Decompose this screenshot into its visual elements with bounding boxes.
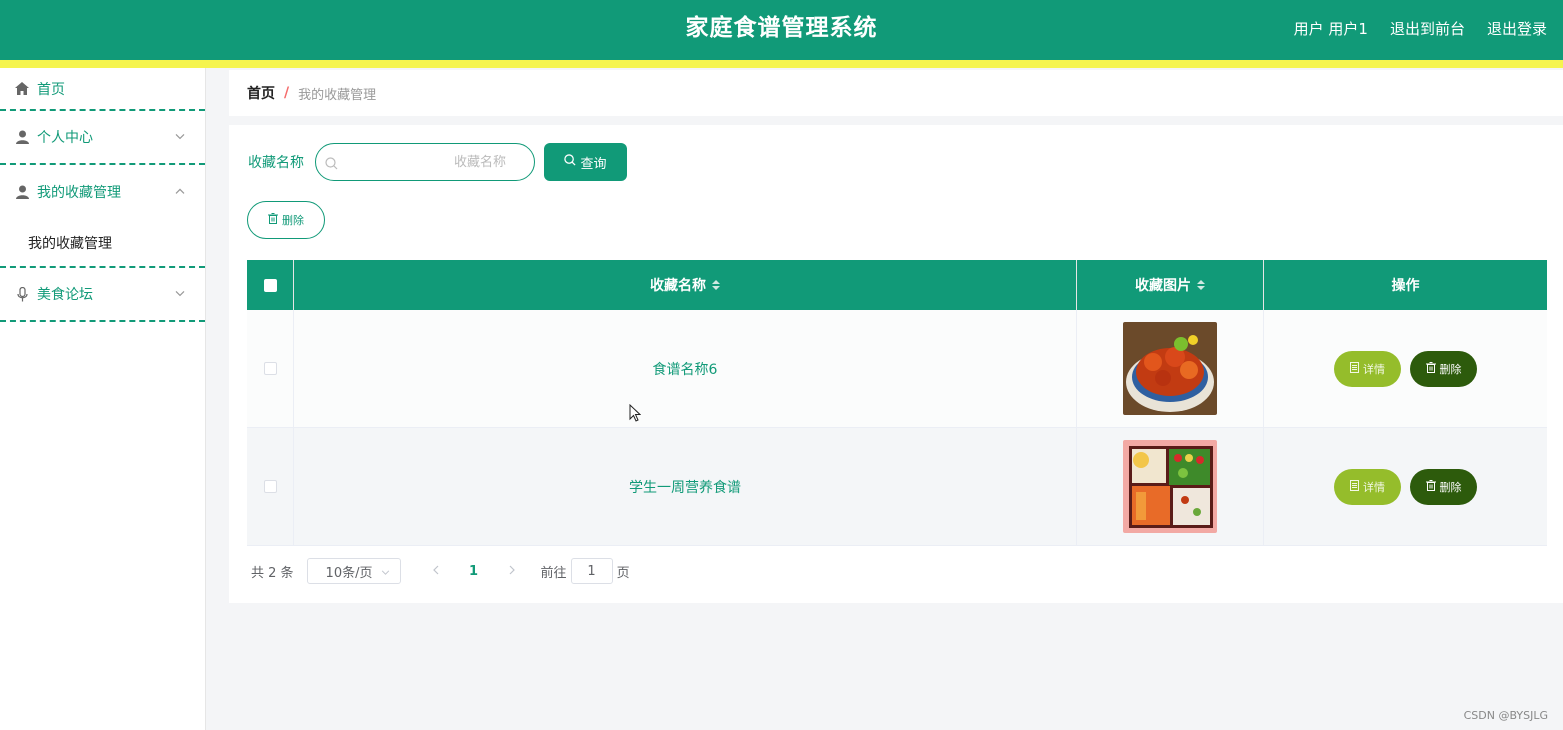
sidebar-item-label: 我的收藏管理 bbox=[37, 185, 121, 201]
search-row: 收藏名称 查询 bbox=[248, 143, 627, 181]
table-header: 收藏名称 收藏图片 操作 bbox=[247, 260, 1547, 310]
prev-page-button[interactable] bbox=[421, 564, 451, 579]
table-row: 学生一周营养食谱 详情 删除 bbox=[247, 428, 1547, 546]
row-checkbox[interactable] bbox=[263, 362, 277, 375]
sidebar-group-favorites: 我的收藏管理 我的收藏管理 bbox=[0, 165, 205, 268]
favorites-table: 收藏名称 收藏图片 操作 食谱名称6 详情 删除 学生一周营养食谱 详情 删除 bbox=[247, 260, 1547, 546]
header-stripe bbox=[0, 60, 1563, 68]
sidebar-item-label: 美食论坛 bbox=[37, 287, 93, 303]
chevron-down-icon bbox=[175, 284, 185, 300]
image-cell bbox=[1077, 428, 1264, 545]
total-count: 共 2 条 bbox=[251, 565, 294, 581]
delete-button[interactable]: 删除 bbox=[1410, 468, 1477, 505]
next-page-button[interactable] bbox=[497, 564, 527, 579]
home-icon bbox=[14, 81, 30, 97]
column-header-actions: 操作 bbox=[1391, 278, 1420, 294]
goto-page-input[interactable]: 1 bbox=[570, 558, 613, 584]
query-button[interactable]: 查询 bbox=[544, 143, 627, 181]
exit-to-front-link[interactable]: 退出到前台 bbox=[1390, 18, 1465, 39]
name-cell: 学生一周营养食谱 bbox=[294, 428, 1077, 545]
sidebar: 首页 个人中心 我的收藏管理 我的收藏管理 美食论坛 bbox=[0, 68, 206, 730]
document-icon bbox=[1350, 361, 1359, 376]
page-number[interactable]: 1 bbox=[459, 564, 489, 579]
name-cell: 食谱名称6 bbox=[294, 310, 1077, 427]
actions-cell: 详情 删除 bbox=[1264, 310, 1547, 427]
trash-icon bbox=[268, 213, 278, 227]
trash-icon bbox=[1425, 361, 1436, 376]
user-icon bbox=[14, 184, 30, 200]
actions-cell: 详情 删除 bbox=[1264, 428, 1547, 545]
table-row: 食谱名称6 详情 删除 bbox=[247, 310, 1547, 428]
chevron-down-icon bbox=[381, 564, 390, 579]
trash-icon bbox=[1425, 479, 1436, 494]
checkbox-cell bbox=[247, 310, 294, 427]
crawfish-dish-image bbox=[1123, 322, 1217, 415]
header-checkbox-cell bbox=[247, 260, 294, 310]
column-header-image[interactable]: 收藏图片 bbox=[1077, 260, 1264, 310]
current-user: 用户 用户1 bbox=[1293, 19, 1368, 38]
batch-delete-label: 删除 bbox=[282, 214, 304, 227]
sidebar-item-label: 个人中心 bbox=[37, 130, 93, 146]
delete-button[interactable]: 删除 bbox=[1410, 350, 1477, 387]
goto-page: 前往 1 页 bbox=[541, 558, 630, 584]
column-header-name[interactable]: 收藏名称 bbox=[294, 260, 1077, 310]
document-icon bbox=[1350, 479, 1359, 494]
sidebar-item-personal-center[interactable]: 个人中心 bbox=[0, 111, 205, 165]
sidebar-item-home[interactable]: 首页 bbox=[0, 68, 205, 111]
microphone-icon bbox=[14, 286, 30, 302]
favorite-name: 食谱名称6 bbox=[652, 361, 718, 378]
pagination: 共 2 条 10条/页 1 前往 1 页 bbox=[251, 558, 630, 584]
row-checkbox[interactable] bbox=[263, 480, 277, 493]
breadcrumb-separator: / bbox=[284, 85, 290, 101]
breadcrumb-current: 我的收藏管理 bbox=[298, 87, 377, 103]
breadcrumb: 首页 / 我的收藏管理 bbox=[229, 70, 1563, 116]
bento-box-image bbox=[1123, 440, 1217, 533]
chevron-down-icon bbox=[175, 127, 185, 143]
mouse-cursor-icon bbox=[629, 403, 642, 426]
sidebar-item-label: 首页 bbox=[37, 81, 65, 98]
sort-icon bbox=[1197, 280, 1205, 290]
detail-button[interactable]: 详情 bbox=[1334, 468, 1401, 505]
favorite-name: 学生一周营养食谱 bbox=[629, 479, 741, 496]
batch-delete-button[interactable]: 删除 bbox=[247, 201, 325, 239]
checkbox-cell bbox=[247, 428, 294, 545]
select-all-checkbox[interactable] bbox=[263, 278, 277, 292]
page-size-select[interactable]: 10条/页 bbox=[306, 558, 401, 584]
sidebar-subitem-favorites[interactable]: 我的收藏管理 bbox=[0, 219, 205, 266]
sort-icon bbox=[712, 280, 720, 290]
query-button-label: 查询 bbox=[580, 156, 607, 172]
main-panel: 收藏名称 查询 删除 收藏名称 bbox=[229, 125, 1563, 603]
search-input-wrapper bbox=[315, 143, 535, 181]
search-input[interactable] bbox=[316, 144, 534, 180]
user-icon bbox=[14, 129, 30, 145]
image-cell bbox=[1077, 310, 1264, 427]
detail-button[interactable]: 详情 bbox=[1334, 350, 1401, 387]
sidebar-item-food-forum[interactable]: 美食论坛 bbox=[0, 268, 205, 322]
search-icon bbox=[325, 155, 338, 174]
logout-link[interactable]: 退出登录 bbox=[1487, 18, 1547, 39]
breadcrumb-home[interactable]: 首页 bbox=[247, 83, 275, 103]
search-label: 收藏名称 bbox=[248, 155, 304, 171]
sidebar-item-favorites[interactable]: 我的收藏管理 bbox=[0, 165, 205, 219]
header-right: 用户 用户1 退出到前台 退出登录 bbox=[1294, 0, 1547, 56]
chevron-up-icon bbox=[175, 182, 185, 198]
watermark: CSDN @BYSJLG bbox=[1463, 709, 1548, 722]
search-icon bbox=[564, 154, 577, 170]
